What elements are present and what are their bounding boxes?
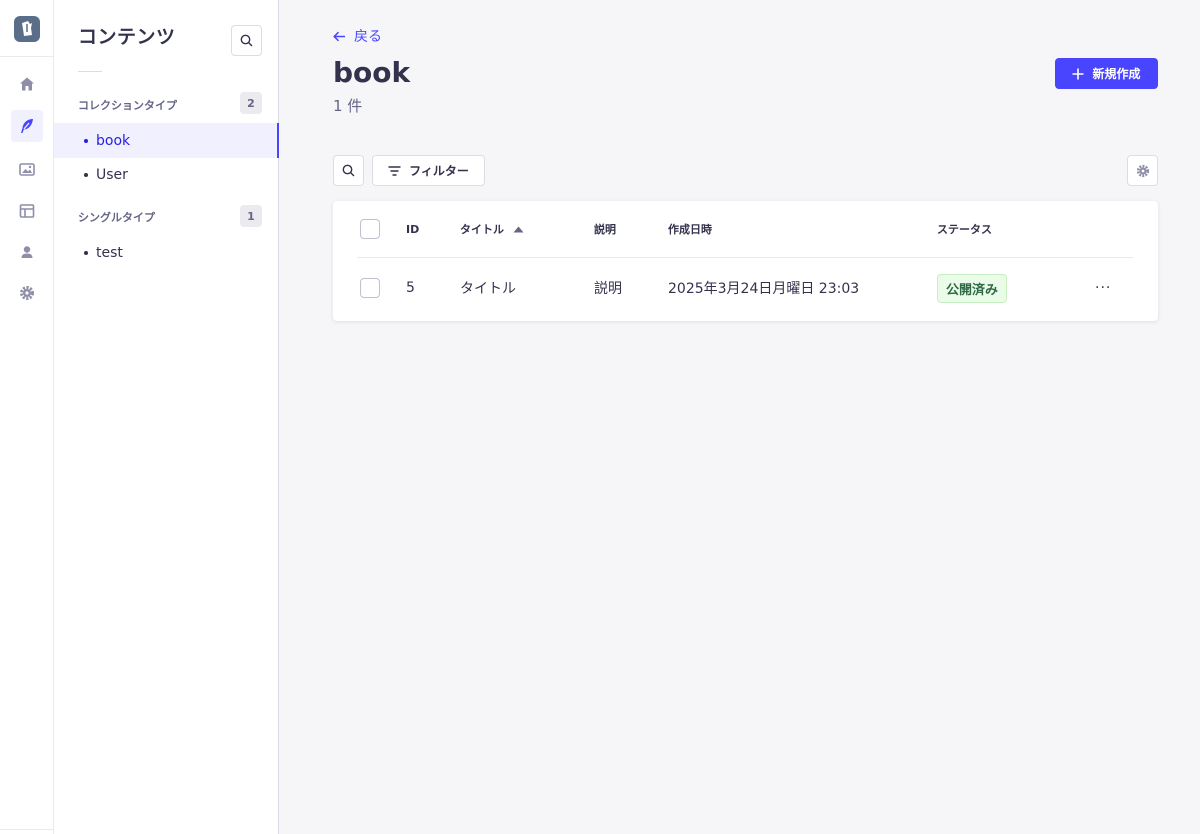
back-link-label: 戻る [354,29,382,45]
bullet-dot [84,138,88,143]
main-nav-rail [0,0,54,834]
settings-icon [20,286,34,300]
nav-media-library-button[interactable] [11,153,43,185]
entry-count: 1 件 [333,97,363,115]
nav-content-manager-button[interactable] [11,110,43,142]
section-label-single-types: シングルタイプ [78,211,155,224]
column-header-status[interactable]: ステータス [937,201,992,257]
row-checkbox[interactable] [360,278,380,298]
bullet-dot [84,250,88,255]
content-sub-nav: コンテンツ コレクションタイプ 2 book User シングルタイプ 1 te… [54,0,279,834]
feather-icon [21,119,33,133]
status-badge: 公開済み [937,273,1008,303]
sort-ascending-icon [513,226,524,232]
home-icon [20,77,34,91]
entries-table: ID タイトル 説明 作成日時 ステータス 5 タイトル 説明 2025年3月2… [333,201,1158,321]
subnav-item-label: test [96,244,123,261]
back-link[interactable]: 戻る [333,26,382,46]
column-header-created-at[interactable]: 作成日時 [668,201,712,257]
cell-title: タイトル [460,281,516,297]
subnav-search-button[interactable] [231,25,262,56]
select-all-checkbox[interactable] [360,219,380,239]
subnav-item-book[interactable]: book [54,123,279,158]
collection-types-count-badge: 2 [240,92,262,114]
table-header-row: ID タイトル 説明 作成日時 ステータス [333,201,1158,257]
table-search-button[interactable] [333,155,364,186]
cell-created-at: 2025年3月24日月曜日 23:03 [668,281,860,297]
layout-icon [19,204,35,218]
view-settings-button[interactable] [1127,155,1158,186]
app-logo[interactable] [14,16,40,42]
column-header-description[interactable]: 説明 [594,201,616,257]
subnav-divider [78,71,102,72]
subnav-item-label: book [96,132,131,149]
nav-home-button[interactable] [11,68,43,100]
subnav-item-test[interactable]: test [54,235,279,270]
cell-status: 公開済み [937,257,1008,319]
cell-description: 説明 [594,281,622,297]
media-library-icon [19,163,35,176]
row-more-actions-button[interactable]: ··· [1095,257,1111,319]
section-label-collection-types: コレクションタイプ [78,99,177,112]
single-types-count-badge: 1 [240,205,262,227]
search-icon [342,164,355,177]
row-select-cell [360,257,380,319]
create-entry-button[interactable]: 新規作成 [1055,58,1158,89]
subnav-item-label: User [96,166,128,183]
cell-id: 5 [406,280,415,296]
filter-button[interactable]: フィルター [372,155,485,186]
nav-content-type-builder-button[interactable] [11,195,43,227]
plus-icon [1072,68,1084,79]
filter-label: フィルター [409,164,469,178]
column-header-title[interactable]: タイトル [460,201,524,257]
column-header-id[interactable]: ID [406,201,419,257]
create-entry-label: 新規作成 [1092,67,1141,81]
gear-icon [1136,164,1149,177]
rail-divider [0,56,54,57]
arrow-left-icon [333,31,345,41]
search-icon [240,34,253,47]
nav-users-button[interactable] [11,236,43,268]
subnav-item-user[interactable]: User [54,157,279,192]
nav-settings-button[interactable] [11,277,43,309]
filter-icon [388,165,401,176]
bullet-dot [84,172,88,177]
select-all-cell [360,201,380,257]
column-header-title-label: タイトル [460,223,504,236]
rail-bottom-divider [0,829,54,830]
subnav-title: コンテンツ [78,26,176,48]
user-icon [21,246,33,258]
main-content: 戻る book 1 件 新規作成 フィルター ID タイトル 説明 作成日時 ス… [279,0,1200,834]
page-title: book [333,56,411,89]
